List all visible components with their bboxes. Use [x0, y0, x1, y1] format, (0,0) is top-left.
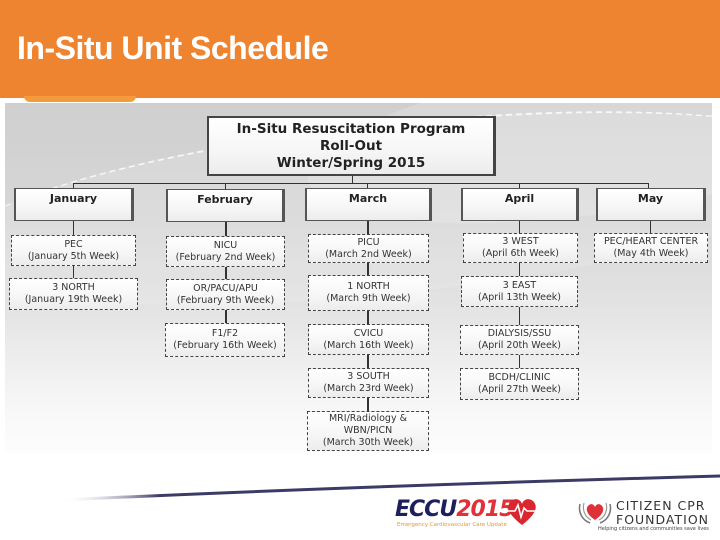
unit-week: (January 5th Week): [27, 250, 120, 262]
month-march: March: [305, 188, 432, 221]
cpr-tagline: Helping citizens and communities save li…: [598, 526, 709, 532]
unit-box: NICU (February 2nd Week): [166, 236, 285, 267]
unit-box: CVICU (March 16th Week): [308, 324, 429, 355]
unit-box: DIALYSIS/SSU (April 20th Week): [460, 325, 579, 355]
eccu-2015-logo: ECCU2015 Emergency Cardiovascular Care U…: [395, 497, 545, 533]
unit-box: BCDH/CLINIC (April 27th Week): [460, 368, 579, 400]
eccu-tagline: Emergency Cardiovascular Care Update: [397, 522, 507, 528]
unit-week: (March 9th Week): [326, 293, 411, 304]
unit-box: 3 WEST (April 6th Week): [463, 233, 578, 263]
connector-line: [367, 311, 369, 324]
connector-line: [225, 310, 227, 323]
unit-box: PEC (January 5th Week): [11, 235, 136, 266]
unit-box: 3 SOUTH (March 23rd Week): [308, 368, 429, 398]
connector-line: [225, 222, 227, 236]
month-february: February: [166, 189, 285, 222]
unit-week: (March 23rd Week): [323, 383, 414, 394]
month-label: January: [49, 192, 98, 205]
month-label: February: [197, 193, 253, 206]
unit-week: (March 30th Week): [322, 437, 414, 448]
slide-title: In-Situ Unit Schedule: [17, 30, 329, 66]
connector-line: [367, 398, 369, 411]
unit-name: 3 EAST: [502, 279, 537, 291]
cpr-logo-name: CITIZEN CPR FOUNDATION: [616, 498, 710, 527]
connector-line: [519, 220, 520, 233]
heart-ecg-icon: [507, 499, 537, 525]
unit-box: 3 NORTH (January 19th Week): [9, 278, 138, 310]
unit-box: 1 NORTH (March 9th Week): [308, 275, 429, 311]
connector-line: [367, 221, 369, 234]
unit-week: (April 27th Week): [477, 384, 562, 395]
hands-heart-icon: [578, 502, 612, 524]
unit-week: (April 6th Week): [482, 248, 559, 259]
unit-week: (February 9th Week): [176, 294, 275, 306]
connector-line: [367, 355, 369, 368]
unit-box: 3 EAST (April 13th Week): [461, 276, 578, 307]
connector-line: [650, 220, 651, 233]
month-label: April: [504, 192, 535, 205]
unit-name: NICU: [213, 239, 238, 251]
unit-name: PEC/HEART CENTER: [603, 236, 699, 247]
unit-name: PEC: [64, 238, 83, 250]
header-accent-tab: [24, 96, 136, 102]
org-chart-root: In-Situ Resuscitation Program Roll-Out W…: [207, 116, 496, 176]
eccu-logo-text: ECCU2015: [395, 497, 514, 522]
unit-name: OR/PACU/APU: [193, 282, 258, 294]
root-period: Winter/Spring 2015: [276, 155, 426, 171]
unit-week: (March 2nd Week): [325, 248, 412, 260]
month-april: April: [461, 188, 579, 221]
unit-box: F1/F2 (February 16th Week): [165, 323, 285, 357]
unit-box: PEC/HEART CENTER (May 4th Week): [594, 233, 708, 263]
slide-header: In-Situ Unit Schedule: [0, 0, 720, 98]
unit-name: 3 NORTH: [52, 282, 95, 293]
unit-week: (February 16th Week): [173, 340, 277, 351]
unit-name: 3 SOUTH: [347, 371, 390, 382]
connector-line: [367, 263, 369, 275]
unit-name: F1/F2: [211, 328, 239, 339]
citizen-cpr-foundation-logo: CITIZEN CPR FOUNDATION Helping citizens …: [576, 498, 716, 534]
month-may: May: [596, 188, 706, 221]
month-label: May: [637, 192, 664, 205]
connector-line: [352, 175, 353, 183]
unit-name: CVICU: [353, 327, 384, 339]
connector-line: [73, 221, 74, 235]
month-label: March: [348, 192, 388, 205]
unit-week: (April 13th Week): [477, 291, 562, 303]
unit-week: (February 2nd Week): [175, 251, 276, 263]
unit-box: MRI/Radiology & WBN/PICN (March 30th Wee…: [307, 411, 429, 451]
unit-week: (April 20th Week): [477, 340, 562, 351]
connector-line: [73, 266, 74, 278]
unit-week: (May 4th Week): [613, 248, 689, 259]
connector-line: [519, 263, 520, 276]
unit-name: DIALYSIS/SSU: [487, 328, 552, 339]
unit-box: OR/PACU/APU (February 9th Week): [166, 279, 285, 310]
connector-line: [225, 267, 227, 279]
unit-name: 1 NORTH: [347, 281, 390, 292]
unit-box: PICU (March 2nd Week): [308, 234, 429, 263]
month-january: January: [14, 188, 134, 221]
unit-week: (January 19th Week): [24, 294, 123, 305]
unit-week: (March 16th Week): [323, 339, 414, 351]
root-subtitle: Roll-Out: [319, 138, 383, 154]
unit-name: MRI/Radiology & WBN/PICN: [328, 413, 408, 436]
connector-line: [519, 307, 520, 325]
root-title: In-Situ Resuscitation Program: [236, 121, 466, 137]
connector-line: [73, 183, 648, 184]
connector-line: [519, 355, 520, 368]
unit-name: 3 WEST: [502, 236, 539, 247]
unit-name: PICU: [357, 236, 380, 248]
unit-name: BCDH/CLINIC: [488, 372, 551, 383]
